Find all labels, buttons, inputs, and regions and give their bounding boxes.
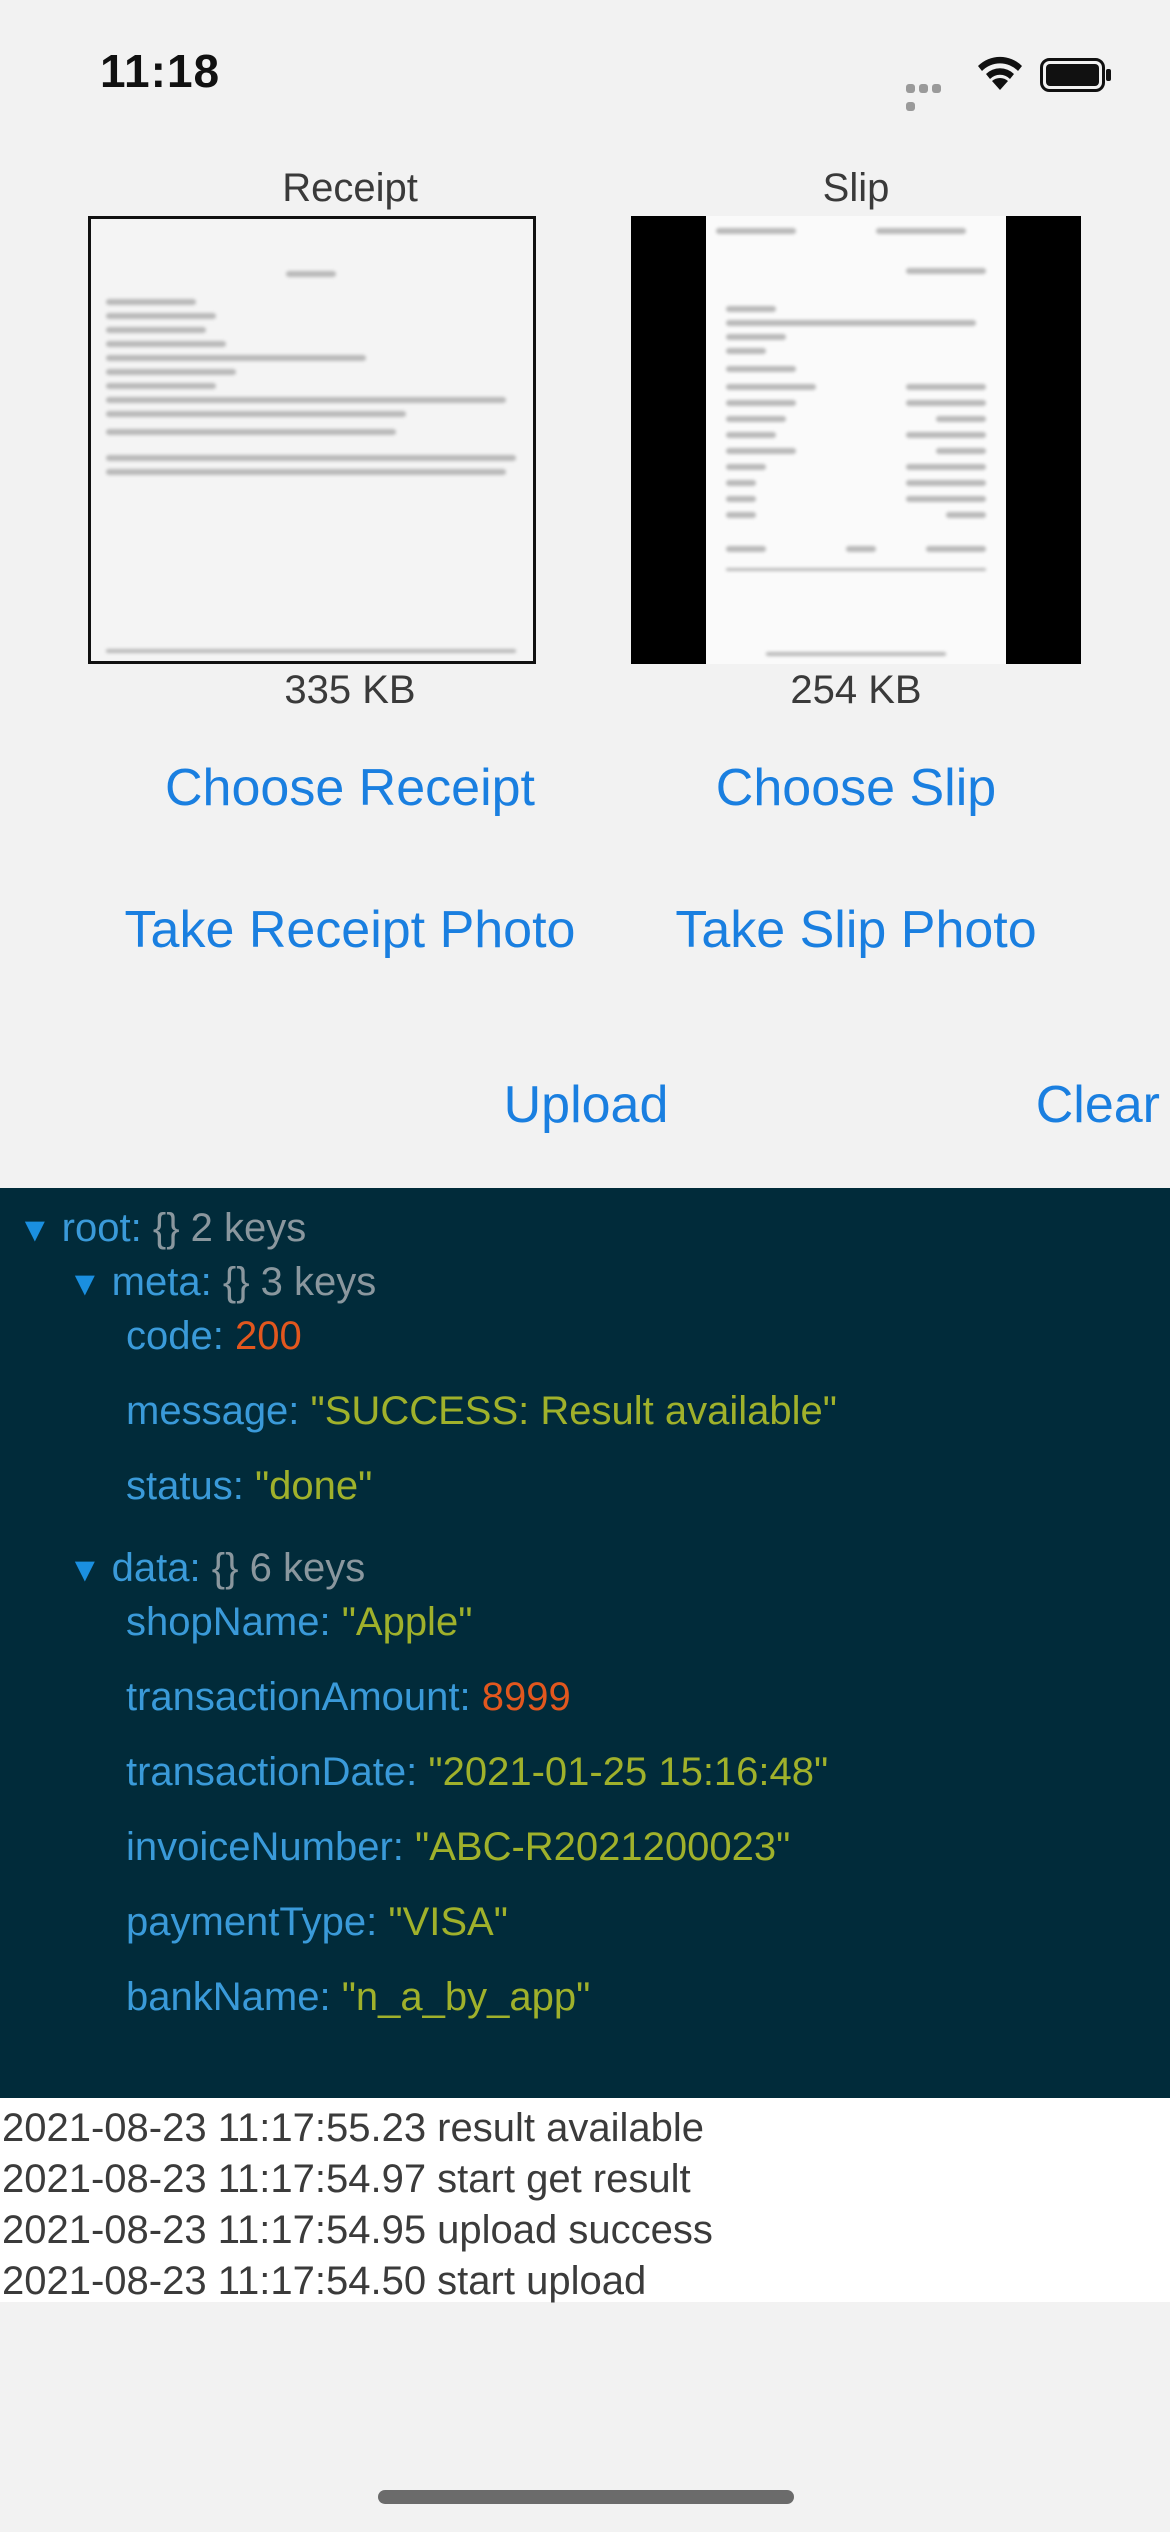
json-root-row[interactable]: ▼ root: {} 2 keys bbox=[18, 1206, 306, 1251]
json-field-message: message: "SUCCESS: Result available" bbox=[126, 1389, 837, 1433]
json-viewer: ▼ root: {} 2 keys ▼ meta: {} 3 keys code: … bbox=[0, 1188, 1170, 2098]
chevron-down-icon[interactable]: ▼ bbox=[68, 1265, 102, 1303]
json-meta-row[interactable]: ▼ meta: {} 3 keys bbox=[68, 1260, 376, 1305]
cellular-signal-icon bbox=[906, 80, 956, 111]
status-time: 11:18 bbox=[100, 45, 221, 97]
choose-slip-button[interactable]: Choose Slip bbox=[606, 758, 1106, 818]
event-log: 2021-08-23 11:17:55.23 result available … bbox=[0, 2098, 1170, 2303]
log-line: 2021-08-23 11:17:54.50 start upload bbox=[2, 2259, 647, 2303]
json-field-invoiceNumber: invoiceNumber: "ABC-R2021200023" bbox=[126, 1825, 791, 1869]
chevron-down-icon[interactable]: ▼ bbox=[18, 1211, 52, 1249]
log-line: 2021-08-23 11:17:55.23 result available bbox=[2, 2106, 704, 2150]
take-slip-photo-button[interactable]: Take Slip Photo bbox=[606, 900, 1106, 960]
take-receipt-photo-button[interactable]: Take Receipt Photo bbox=[60, 900, 640, 960]
json-field-status: status: "done" bbox=[126, 1464, 373, 1508]
wifi-icon bbox=[973, 52, 1027, 92]
json-field-paymentType: paymentType: "VISA" bbox=[126, 1900, 508, 1944]
log-line: 2021-08-23 11:17:54.97 start get result bbox=[2, 2157, 691, 2201]
choose-receipt-button[interactable]: Choose Receipt bbox=[100, 758, 600, 818]
json-data-row[interactable]: ▼ data: {} 6 keys bbox=[68, 1546, 365, 1591]
slip-label: Slip bbox=[822, 166, 890, 210]
battery-icon bbox=[1040, 58, 1112, 92]
json-field-transactionDate: transactionDate: "2021-01-25 15:16:48" bbox=[126, 1750, 829, 1794]
json-field-transactionAmount: transactionAmount: 8999 bbox=[126, 1675, 571, 1719]
clear-button[interactable]: Clear bbox=[960, 1075, 1160, 1135]
log-line: 2021-08-23 11:17:54.95 upload success bbox=[2, 2208, 713, 2252]
home-indicator[interactable] bbox=[378, 2490, 794, 2504]
upload-button[interactable]: Upload bbox=[436, 1075, 736, 1135]
slip-thumbnail[interactable] bbox=[631, 216, 1081, 664]
chevron-down-icon[interactable]: ▼ bbox=[68, 1551, 102, 1589]
json-field-bankName: bankName: "n_a_by_app" bbox=[126, 1975, 591, 2019]
receipt-label: Receipt bbox=[282, 166, 418, 210]
json-field-shopName: shopName: "Apple" bbox=[126, 1600, 473, 1644]
receipt-thumbnail[interactable] bbox=[88, 216, 536, 664]
receipt-size: 335 KB bbox=[284, 668, 416, 712]
json-field-code: code: 200 bbox=[126, 1314, 302, 1358]
slip-size: 254 KB bbox=[790, 668, 922, 712]
